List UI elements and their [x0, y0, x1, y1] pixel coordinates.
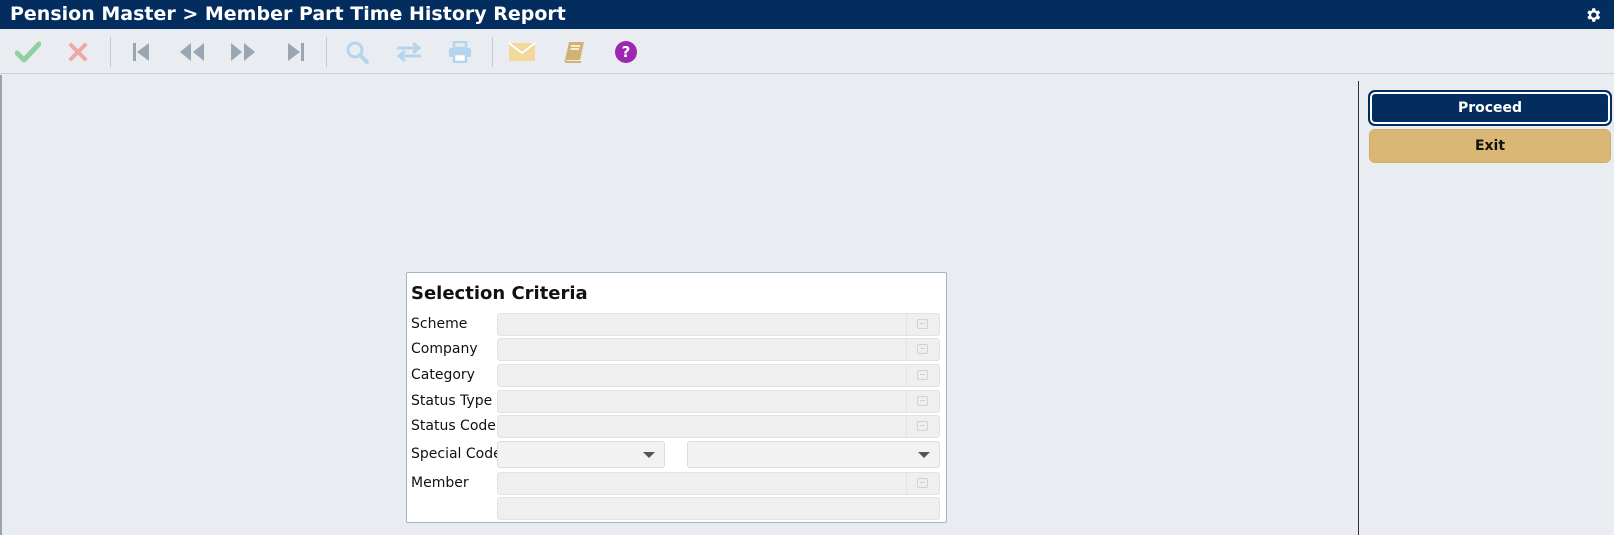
proceed-button[interactable]: Proceed: [1369, 91, 1611, 125]
page-title: Pension Master > Member Part Time Histor…: [10, 3, 566, 25]
print-button[interactable]: [444, 38, 476, 66]
selection-criteria-panel: Selection Criteria Scheme Company Catego…: [406, 272, 947, 523]
cancel-button[interactable]: [62, 38, 94, 66]
lookup-icon: [917, 396, 928, 406]
close-icon: [69, 43, 87, 61]
email-button[interactable]: [506, 38, 538, 66]
scheme-field[interactable]: [497, 313, 940, 336]
svg-text:?: ?: [622, 43, 631, 61]
status-type-field[interactable]: [497, 390, 940, 413]
status-type-label: Status Type: [411, 393, 493, 409]
transfer-button[interactable]: [393, 38, 425, 66]
lookup-icon: [917, 370, 928, 380]
lookup-icon: [917, 478, 928, 488]
member-lookup-button[interactable]: [906, 473, 939, 494]
help-icon: ?: [615, 41, 637, 63]
lookup-icon: [917, 319, 928, 329]
lookup-icon: [917, 421, 928, 431]
first-record-icon: [133, 43, 149, 61]
previous-record-icon: [180, 43, 204, 61]
action-panel: Proceed Exit: [1358, 81, 1614, 535]
search-icon: [346, 41, 369, 64]
chevron-down-icon: [918, 452, 930, 458]
member-field[interactable]: [497, 472, 940, 495]
company-label: Company: [411, 341, 478, 357]
category-label: Category: [411, 367, 475, 383]
panel-title: Selection Criteria: [411, 283, 588, 304]
last-record-button[interactable]: [280, 38, 312, 66]
toolbar: ?: [0, 29, 1614, 74]
scheme-lookup-button[interactable]: [906, 314, 939, 335]
check-icon: [15, 41, 41, 63]
notes-button[interactable]: [558, 38, 590, 66]
accept-button[interactable]: [12, 38, 44, 66]
company-field[interactable]: [497, 338, 940, 361]
first-record-button[interactable]: [125, 38, 157, 66]
company-lookup-button[interactable]: [906, 339, 939, 360]
search-button[interactable]: [341, 38, 373, 66]
next-record-button[interactable]: [227, 38, 259, 66]
title-bar: Pension Master > Member Part Time Histor…: [0, 0, 1614, 29]
member-name-field: [497, 497, 940, 520]
status-code-lookup-button[interactable]: [906, 416, 939, 437]
swap-icon: [396, 41, 422, 63]
help-button[interactable]: ?: [610, 38, 642, 66]
envelope-icon: [508, 42, 536, 61]
special-code-label: Special Code: [411, 446, 502, 462]
lookup-icon: [917, 344, 928, 354]
category-lookup-button[interactable]: [906, 365, 939, 386]
exit-button[interactable]: Exit: [1369, 129, 1611, 163]
status-code-label: Status Code: [411, 418, 496, 434]
last-record-icon: [288, 43, 304, 61]
category-field[interactable]: [497, 364, 940, 387]
status-type-lookup-button[interactable]: [906, 391, 939, 412]
notebook-icon: [564, 42, 584, 63]
special-code-secondary-select[interactable]: [687, 441, 940, 468]
previous-record-button[interactable]: [176, 38, 208, 66]
special-code-select[interactable]: [497, 441, 665, 468]
print-icon: [449, 41, 471, 63]
scheme-label: Scheme: [411, 316, 468, 332]
status-code-field[interactable]: [497, 415, 940, 438]
next-record-icon: [231, 43, 255, 61]
member-label: Member: [411, 475, 469, 491]
gear-icon[interactable]: [1584, 6, 1602, 24]
chevron-down-icon: [643, 452, 655, 458]
